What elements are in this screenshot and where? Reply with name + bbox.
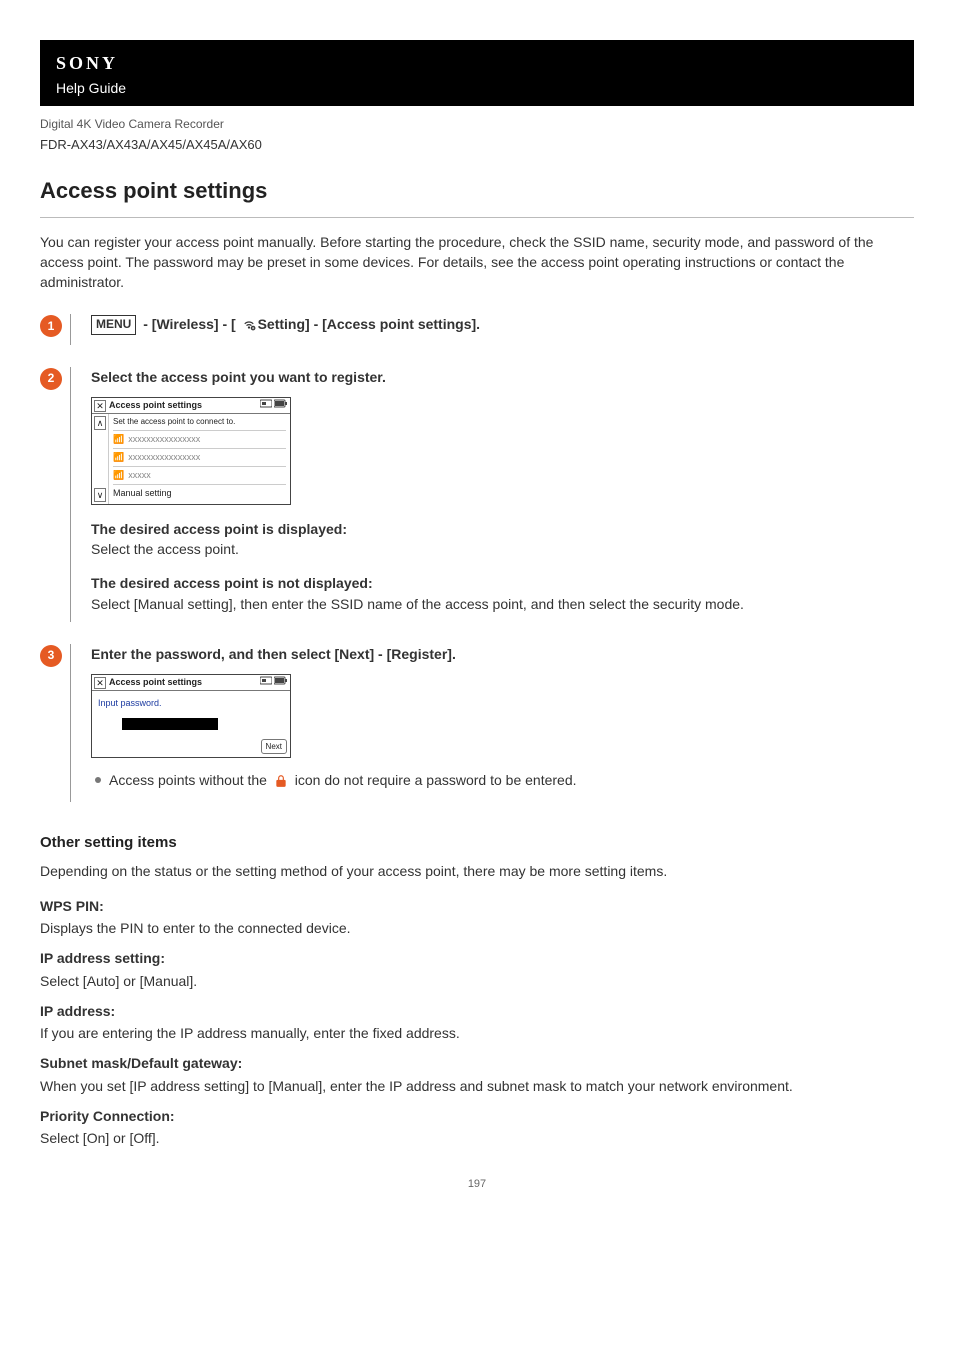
ap-ssid-placeholder: xxxxxxxxxxxxxxxx — [128, 433, 200, 446]
wps-pin-def: Displays the PIN to enter to the connect… — [40, 918, 914, 938]
model-number: FDR-AX43/AX43A/AX45/AX45A/AX60 — [40, 136, 914, 155]
step-1-text-b: Setting] - [Access point settings]. — [258, 316, 480, 332]
lcd-title: Access point settings — [109, 399, 257, 412]
menu-button-label: MENU — [91, 315, 136, 334]
other-settings-heading: Other setting items — [40, 832, 914, 854]
displayed-text: Select the access point. — [91, 539, 914, 559]
ap-ssid-placeholder: xxxxx — [128, 469, 151, 482]
ap-list-item: 📶 xxxxxxxxxxxxxxxx — [113, 448, 286, 466]
step-number-badge: 1 — [40, 315, 62, 337]
wifi-settings-icon — [242, 316, 256, 336]
signal-icon: 📶 — [113, 433, 124, 446]
wps-pin-term: WPS PIN: — [40, 896, 914, 916]
manual-setting-item: Manual setting — [113, 484, 286, 502]
lcd-status-icons — [260, 399, 288, 412]
priority-def: Select [On] or [Off]. — [40, 1128, 914, 1148]
ip-address-def: If you are entering the IP address manua… — [40, 1023, 914, 1043]
note-text: Access points without the icon do not re… — [109, 770, 577, 793]
scroll-up-icon: ∧ — [94, 416, 106, 430]
other-settings-desc: Depending on the status or the setting m… — [40, 861, 914, 881]
step-1-text-a: - [Wireless] - [ — [139, 316, 239, 332]
bullet-icon — [95, 777, 101, 783]
battery-icon — [274, 676, 288, 689]
lcd-input-instruction: Input password. — [98, 697, 284, 710]
step-number-badge: 3 — [40, 645, 62, 667]
lcd-screenshot-password: ✕ Access point settings Input password. … — [91, 674, 291, 758]
step-2-heading: Select the access point you want to regi… — [91, 367, 914, 387]
ap-list-item: 📶 xxxxx — [113, 466, 286, 484]
lcd-screenshot-ap-list: ✕ Access point settings ∧ ∨ Set the acce… — [91, 397, 291, 505]
displayed-heading: The desired access point is displayed: — [91, 519, 914, 539]
password-field-redacted — [122, 718, 218, 730]
page-number: 197 — [40, 1177, 914, 1193]
page-title: Access point settings — [40, 175, 914, 207]
document-page: SONY Help Guide Digital 4K Video Camera … — [0, 0, 954, 1223]
not-displayed-heading: The desired access point is not displaye… — [91, 573, 914, 593]
step-2: 2 Select the access point you want to re… — [40, 367, 914, 622]
help-guide-label: Help Guide — [56, 78, 898, 98]
note-bullet: Access points without the icon do not re… — [91, 770, 914, 793]
lock-icon — [274, 773, 288, 793]
step-3: 3 Enter the password, and then select [N… — [40, 644, 914, 802]
step-1: 1 MENU - [Wireless] - [ Setting] - [Acce… — [40, 314, 914, 344]
lcd-close-icon: ✕ — [94, 677, 106, 689]
subnet-term: Subnet mask/Default gateway: — [40, 1053, 914, 1073]
ap-ssid-placeholder: xxxxxxxxxxxxxxxx — [128, 451, 200, 464]
scroll-down-icon: ∨ — [94, 488, 106, 502]
lcd-instruction: Set the access point to connect to. — [113, 416, 286, 428]
sd-card-icon — [260, 676, 272, 689]
note-text-after: icon do not require a password to be ent… — [291, 772, 577, 788]
title-rule — [40, 217, 914, 218]
intro-text: You can register your access point manua… — [40, 232, 914, 293]
signal-icon: 📶 — [113, 451, 124, 464]
subnet-def: When you set [IP address setting] to [Ma… — [40, 1076, 914, 1096]
not-displayed-text: Select [Manual setting], then enter the … — [91, 594, 914, 614]
lcd-close-icon: ✕ — [94, 400, 106, 412]
ap-list-item: 📶 xxxxxxxxxxxxxxxx — [113, 430, 286, 448]
step-1-heading: MENU - [Wireless] - [ Setting] - [Access… — [91, 314, 914, 336]
ip-setting-def: Select [Auto] or [Manual]. — [40, 971, 914, 991]
product-line: Digital 4K Video Camera Recorder — [40, 116, 914, 133]
note-text-before: Access points without the — [109, 772, 271, 788]
definition-list: WPS PIN: Displays the PIN to enter to th… — [40, 896, 914, 1149]
signal-icon: 📶 — [113, 469, 124, 482]
brand-logo: SONY — [56, 50, 898, 76]
priority-term: Priority Connection: — [40, 1106, 914, 1126]
header-bar: SONY Help Guide — [40, 40, 914, 106]
ip-setting-term: IP address setting: — [40, 948, 914, 968]
step-3-heading: Enter the password, and then select [Nex… — [91, 644, 914, 664]
sd-card-icon — [260, 399, 272, 412]
lcd-title: Access point settings — [109, 676, 257, 689]
step-number-badge: 2 — [40, 368, 62, 390]
ip-address-term: IP address: — [40, 1001, 914, 1021]
battery-icon — [274, 399, 288, 412]
lcd-status-icons — [260, 676, 288, 689]
next-button-label: Next — [261, 739, 287, 755]
